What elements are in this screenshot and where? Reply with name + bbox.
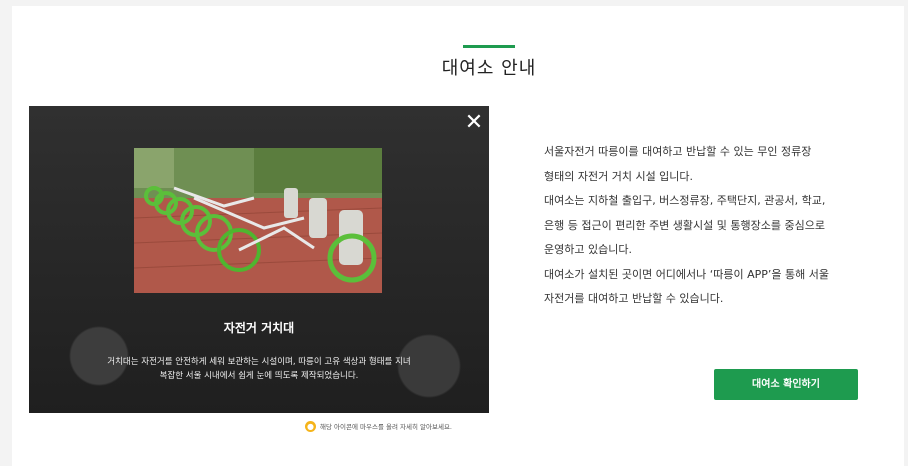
caption-line: 복잡한 서울 시내에서 쉽게 눈에 띄도록 제작되었습니다.	[159, 371, 359, 381]
hint-dot-icon: ●	[305, 420, 316, 432]
description-line: 운영하고 있습니다.	[544, 243, 632, 256]
description-line: 자전거를 대여하고 반납할 수 있습니다.	[544, 292, 724, 305]
hover-hint: ● 해당 아이콘에 마우스를 올려 자세히 알아보세요.	[305, 420, 452, 432]
close-icon[interactable]: ✕	[463, 112, 485, 134]
caption-title: 자전거 거치대	[223, 321, 295, 335]
caption-text: 거치대는 자전거를 안전하게 세워 보관하는 시설이며, 따릉이 고유 색상과 …	[69, 355, 449, 383]
title-accent-bar	[463, 45, 515, 48]
rental-description: 서울자전거 따릉이를 대여하고 반납할 수 있는 무인 정류장 형태의 자전거 …	[544, 140, 884, 312]
image-modal: ✕ 자전거 거치대 거치대는 자전거를 안전하게 세워 보관하는 시설이며, 따…	[29, 106, 489, 413]
hint-text: 해당 아이콘에 마우스를 올려 자세히 알아보세요.	[320, 423, 452, 431]
bike-rack-photo	[134, 148, 382, 293]
description-line: 서울자전거 따릉이를 대여하고 반납할 수 있는 무인 정류장	[544, 145, 812, 158]
description-line: 대여소가 설치된 곳이면 어디에서나 ‘따릉이 APP’을 통해 서울	[544, 267, 830, 281]
description-line: 은행 등 접근이 편리한 주변 생활시설 및 통행장소를 중심으로	[544, 218, 825, 232]
check-rental-station-button[interactable]: 대여소 확인하기	[714, 369, 858, 400]
description-line: 형태의 자전거 거치 시설 입니다.	[544, 169, 694, 183]
description-line: 대여소는 지하철 출입구, 버스정류장, 주택단지, 관공서, 학교,	[544, 194, 826, 207]
caption-line: 거치대는 자전거를 안전하게 세워 보관하는 시설이며, 따릉이 고유 색상과 …	[107, 357, 411, 367]
page-title: 대여소 안내	[441, 58, 537, 79]
